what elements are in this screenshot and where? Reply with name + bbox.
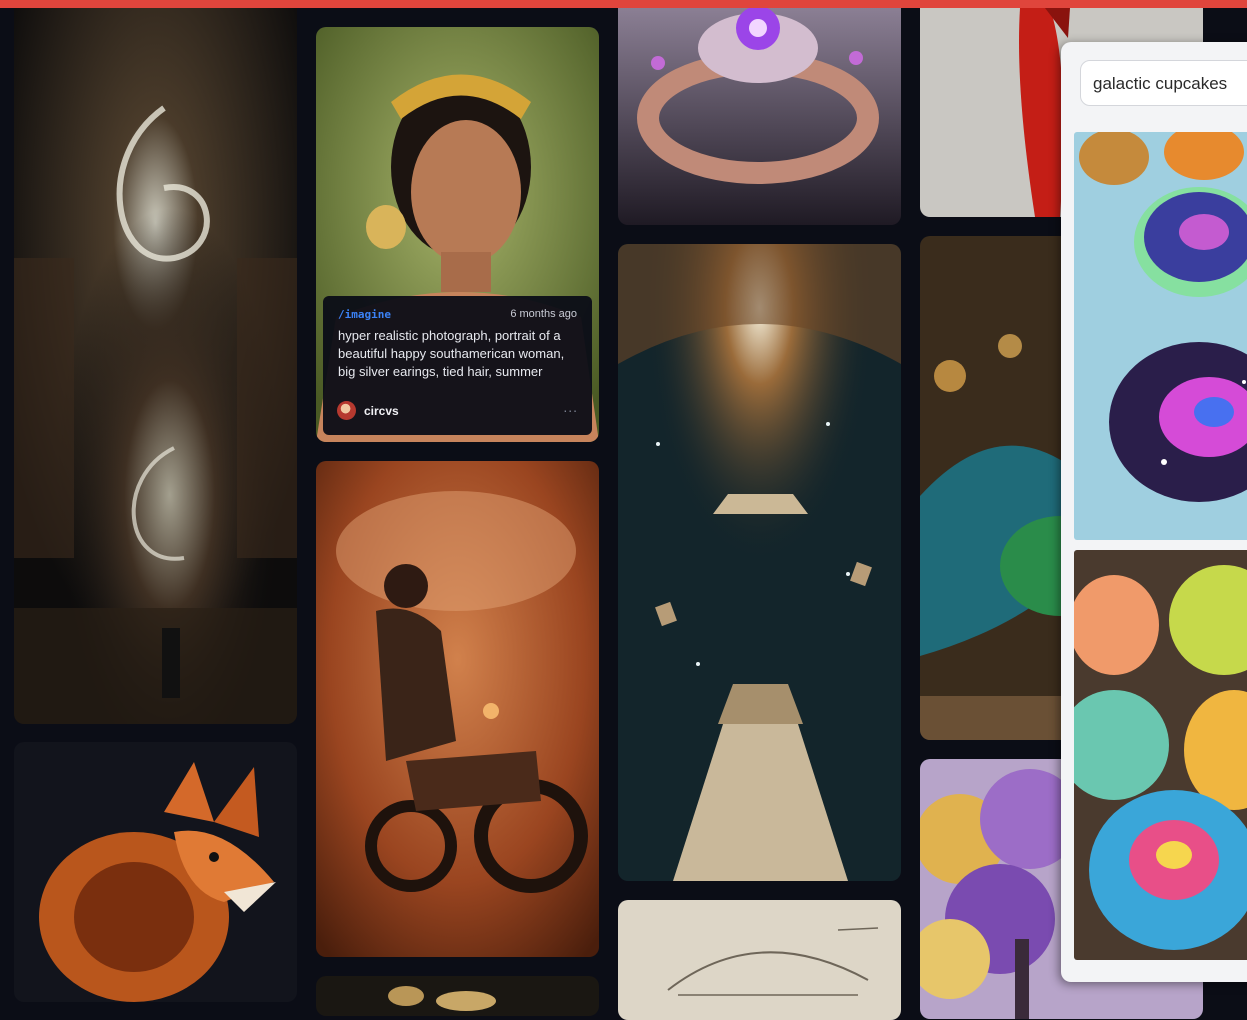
avatar[interactable] [337, 401, 356, 420]
username-link[interactable]: circvs [364, 404, 399, 418]
prompt-text: hyper realistic photograph, portrait of … [338, 328, 565, 379]
gallery-tile-vehicle-sketch[interactable] [618, 900, 901, 1020]
gallery-tile-motorcycle-rider[interactable] [316, 461, 599, 957]
search-result-rainbow-cupcakes[interactable] [1074, 550, 1247, 960]
top-accent-bar [0, 0, 1247, 8]
search-panel [1061, 42, 1247, 982]
timestamp: 6 months ago [510, 308, 577, 320]
prompt-caption-card: /imagine 6 months ago hyper realistic ph… [323, 296, 592, 435]
gallery-tile-spiral-library[interactable] [14, 8, 297, 724]
gallery-tile-cosmic-library[interactable] [618, 244, 901, 881]
gallery-tile-ornate-ring[interactable] [618, 8, 901, 225]
search-input[interactable] [1091, 72, 1247, 96]
gallery-tile-gold-object[interactable] [316, 976, 599, 1016]
search-box[interactable] [1080, 60, 1247, 106]
more-options-icon[interactable]: ... [563, 399, 578, 415]
command-label: /imagine [338, 308, 391, 321]
gallery-tile-ornate-fox[interactable] [14, 742, 297, 1002]
search-result-galaxy-cupcakes[interactable] [1074, 132, 1247, 540]
